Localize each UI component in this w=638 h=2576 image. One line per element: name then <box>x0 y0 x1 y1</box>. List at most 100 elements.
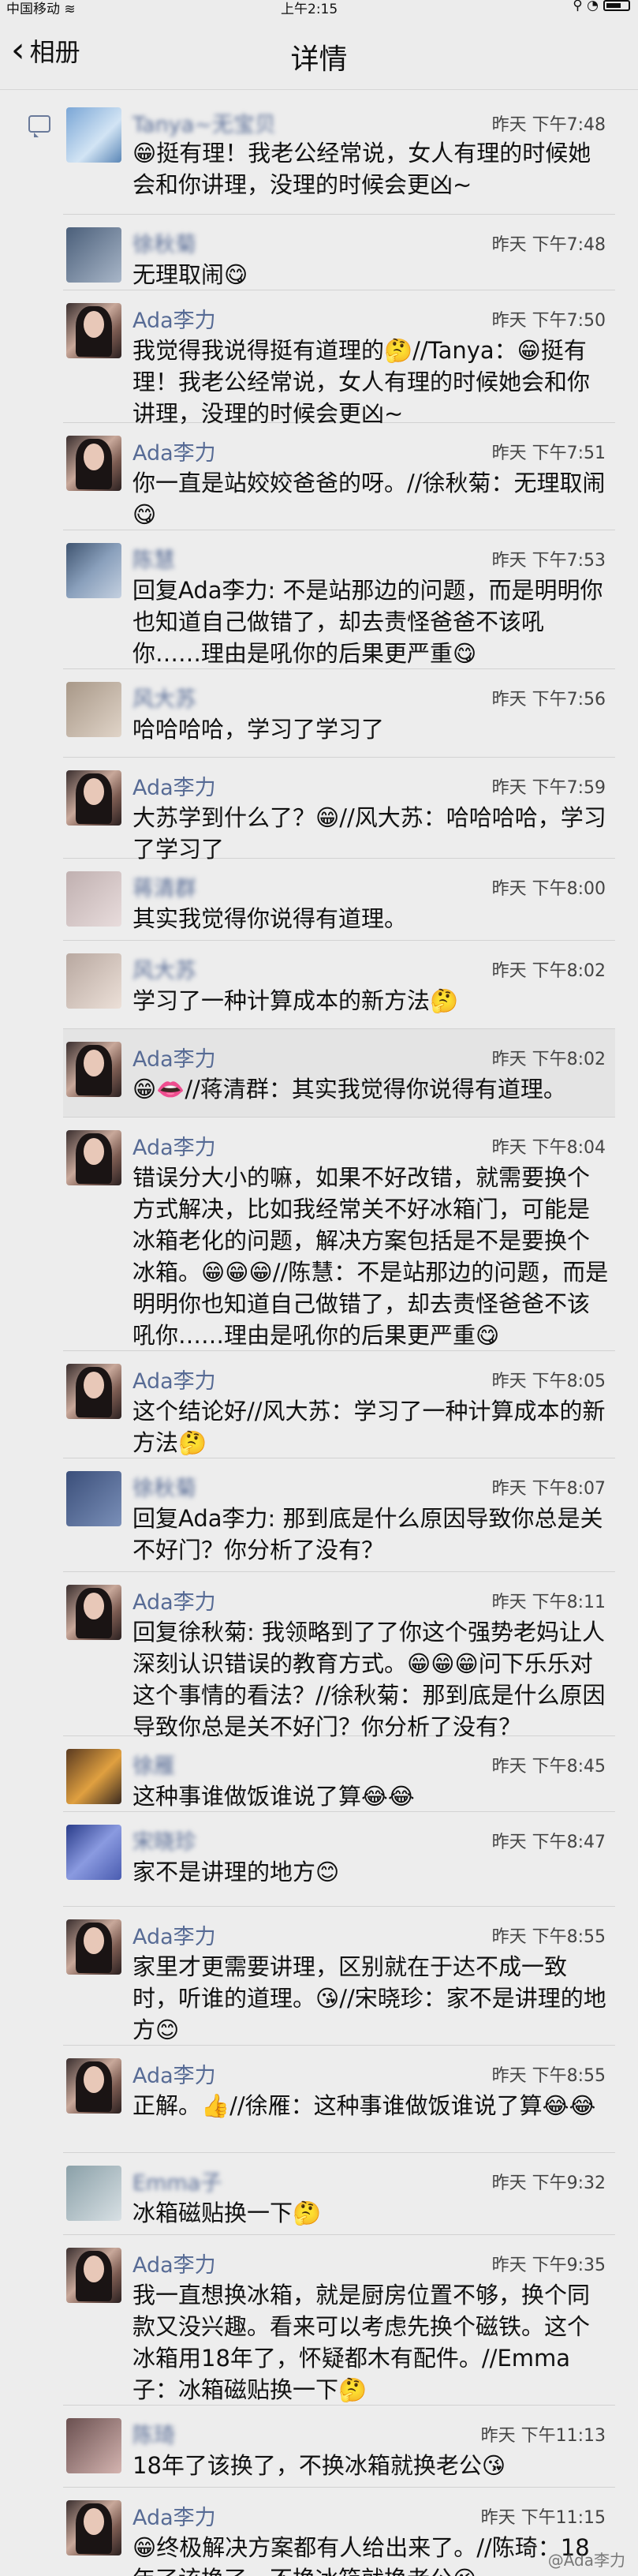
comment-text: 回复徐秋菊: 我领略到了了你这个强势老妈让人深刻认识错误的教育方式。😁😁😁问下乐… <box>132 1619 606 1740</box>
commenter-name[interactable]: 风大苏 <box>132 953 196 984</box>
commenter-name[interactable]: 徐秋菊 <box>132 1471 196 1502</box>
avatar[interactable] <box>66 953 121 1009</box>
commenter-name[interactable]: Tanya~无宝贝 <box>132 107 276 138</box>
commenter-name[interactable]: Emma子 <box>132 2166 222 2196</box>
comment-time: 昨天 下午7:48 <box>491 235 606 255</box>
commenter-name[interactable]: Ada李力 <box>132 1130 216 1161</box>
comment-item[interactable]: 陈慧 昨天 下午7:53 回复Ada李力: 不是站那边的问题，而是明明你也知道自… <box>63 530 615 669</box>
commenter-name[interactable]: Ada李力 <box>132 2248 216 2278</box>
avatar[interactable] <box>66 1042 121 1097</box>
commenter-name[interactable]: Ada李力 <box>132 2058 216 2089</box>
commenter-name[interactable]: 蒋清群 <box>132 871 196 902</box>
comment-text: 这种事谁做饭谁说了算😂😂 <box>132 1783 415 1810</box>
comment-item[interactable]: Ada李力 昨天 下午8:04 错误分大小的嘛，如果不好改错，就需要换个方式解决… <box>63 1118 615 1351</box>
commenter-name[interactable]: 宋晓珍 <box>132 1825 196 1855</box>
comment-item[interactable]: 风大苏 昨天 下午7:56 哈哈哈哈，学习了学习了 <box>63 669 615 758</box>
commenter-name[interactable]: 徐雁 <box>132 1749 175 1780</box>
avatar[interactable] <box>66 2248 121 2303</box>
commenter-name[interactable]: Ada李力 <box>132 436 216 466</box>
avatar[interactable] <box>66 303 121 358</box>
comment-text: 😁👄//蒋清群：其实我觉得你说得有道理。 <box>132 1076 566 1103</box>
battery-icon <box>603 0 630 11</box>
comment-time: 昨天 下午11:15 <box>480 2508 606 2528</box>
comment-text: 其实我觉得你说得有道理。 <box>132 905 408 932</box>
comment-time: 昨天 下午8:55 <box>491 1927 606 1947</box>
comment-text: 😁终极解决方案都有人给出来了。//陈琦：18年了该换了，不换冰箱就换老公😘 <box>132 2534 590 2576</box>
commenter-name[interactable]: Ada李力 <box>132 1364 216 1395</box>
comment-time: 昨天 下午8:04 <box>491 1138 606 1158</box>
commenter-name[interactable]: Ada李力 <box>132 2500 216 2531</box>
avatar[interactable] <box>66 1364 121 1419</box>
commenter-name[interactable]: Ada李力 <box>132 770 216 801</box>
avatar[interactable] <box>66 2166 121 2221</box>
comment-item[interactable]: 陈琦 昨天 下午11:13 18年了该换了，不换冰箱就换老公😘 <box>63 2406 615 2488</box>
comment-time: 昨天 下午8:05 <box>491 1372 606 1391</box>
comment-item[interactable]: Emma子 昨天 下午9:32 冰箱磁贴换一下🤔 <box>63 2153 615 2235</box>
comment-text: 大苏学到什么了？😁//风大苏：哈哈哈哈，学习了学习了 <box>132 804 606 863</box>
commenter-name[interactable]: Ada李力 <box>132 303 216 334</box>
comment-item[interactable]: Ada李力 昨天 下午11:15 😁终极解决方案都有人给出来了。//陈琦：18年… <box>63 2488 615 2576</box>
comment-item[interactable]: 徐雁 昨天 下午8:45 这种事谁做饭谁说了算😂😂 <box>63 1736 615 1812</box>
comment-text: 我一直想换冰箱，就是厨房位置不够，换个同款又没兴趣。看来可以考虑先换个磁铁。这个… <box>132 2282 591 2403</box>
comment-item[interactable]: 宋晓珍 昨天 下午8:47 家不是讲理的地方😊 <box>63 1812 615 1907</box>
comment-text: 家不是讲理的地方😊 <box>132 1859 340 1885</box>
comment-time: 昨天 下午11:13 <box>480 2426 606 2446</box>
status-icons: ⚲ ◔ <box>573 0 599 13</box>
comment-time: 昨天 下午8:45 <box>491 1757 606 1777</box>
nav-bar: ‹ 相册 详情 <box>0 14 638 90</box>
commenter-name[interactable]: 徐秋菊 <box>132 227 196 258</box>
page-title: 详情 <box>290 43 348 76</box>
comment-time: 昨天 下午8:02 <box>491 1050 606 1069</box>
avatar[interactable] <box>66 1749 121 1804</box>
commenter-name[interactable]: Ada李力 <box>132 1042 216 1073</box>
avatar[interactable] <box>66 107 121 163</box>
avatar[interactable] <box>66 2418 121 2473</box>
comment-time: 昨天 下午7:59 <box>491 778 606 798</box>
comment-item[interactable]: Tanya~无宝贝 昨天 下午7:48 😁挺有理！我老公经常说，女人有理的时候她… <box>63 95 615 215</box>
comment-item[interactable]: Ada李力 昨天 下午8:55 家里才更需要讲理，区别就在于达不成一致时，听谁的… <box>63 1907 615 2046</box>
avatar[interactable] <box>66 436 121 491</box>
commenter-name[interactable]: 风大苏 <box>132 682 196 713</box>
comment-item[interactable]: 风大苏 昨天 下午8:02 学习了一种计算成本的新方法🤔 <box>63 941 615 1029</box>
comment-item[interactable]: 徐秋菊 昨天 下午8:07 回复Ada李力: 那到底是什么原因导致你总是关不好门… <box>63 1458 615 1572</box>
commenter-name[interactable]: 陈琦 <box>132 2418 175 2449</box>
commenter-name[interactable]: 陈慧 <box>132 543 175 574</box>
comment-item[interactable]: 蒋清群 昨天 下午8:00 其实我觉得你说得有道理。 <box>63 859 615 941</box>
comment-time: 昨天 下午9:32 <box>491 2174 606 2193</box>
avatar[interactable] <box>66 1130 121 1185</box>
avatar[interactable] <box>66 770 121 826</box>
comment-item[interactable]: Ada李力 昨天 下午7:50 我觉得我说得挺有道理的🤔//Tanya：😁挺有理… <box>63 290 615 427</box>
comment-item[interactable]: 徐秋菊 昨天 下午7:48 无理取闹😋 <box>63 215 615 290</box>
commenter-name[interactable]: Ada李力 <box>132 1585 216 1616</box>
comment-item[interactable]: Ada李力 昨天 下午8:05 这个结论好//风大苏：学习了一种计算成本的新方法… <box>63 1351 615 1458</box>
commenter-name[interactable]: Ada李力 <box>132 1919 216 1950</box>
comment-item-selected[interactable]: Ada李力 昨天 下午8:02 😁👄//蒋清群：其实我觉得你说得有道理。 <box>63 1029 615 1118</box>
avatar[interactable] <box>66 227 121 283</box>
comment-text: 学习了一种计算成本的新方法🤔 <box>132 987 459 1014</box>
comment-time: 昨天 下午7:50 <box>491 311 606 331</box>
avatar[interactable] <box>66 543 121 598</box>
comment-time: 昨天 下午8:47 <box>491 1833 606 1852</box>
avatar[interactable] <box>66 1585 121 1640</box>
comment-item[interactable]: Ada李力 昨天 下午9:35 我一直想换冰箱，就是厨房位置不够，换个同款又没兴… <box>63 2235 615 2406</box>
avatar[interactable] <box>66 2058 121 2114</box>
comment-item[interactable]: Ada李力 昨天 下午7:59 大苏学到什么了？😁//风大苏：哈哈哈哈，学习了学… <box>63 758 615 863</box>
avatar[interactable] <box>66 2500 121 2555</box>
comment-text: 家里才更需要讲理，区别就在于达不成一致时，听谁的道理。😘//宋晓珍：家不是讲理的… <box>132 1953 606 2043</box>
avatar[interactable] <box>66 1471 121 1526</box>
comment-item[interactable]: Ada李力 昨天 下午8:11 回复徐秋菊: 我领略到了了你这个强势老妈让人深刻… <box>63 1572 615 1740</box>
comment-text: 我觉得我说得挺有道理的🤔//Tanya：😁挺有理！我老公经常说，女人有理的时候她… <box>132 337 591 427</box>
comment-time: 昨天 下午8:00 <box>491 879 606 899</box>
avatar[interactable] <box>66 682 121 737</box>
comment-time: 昨天 下午8:07 <box>491 1479 606 1499</box>
comment-text: 冰箱磁贴换一下🤔 <box>132 2200 322 2226</box>
avatar[interactable] <box>66 1919 121 1975</box>
avatar[interactable] <box>66 871 121 927</box>
status-bar: 中国移动 ≋ 上午2:15 ⚲ ◔ <box>0 0 638 17</box>
avatar[interactable] <box>66 1825 121 1880</box>
comment-item[interactable]: Ada李力 昨天 下午8:55 正解。👍//徐雁：这种事谁做饭谁说了算😂😂 <box>63 2046 615 2153</box>
comment-item[interactable]: Ada李力 昨天 下午7:51 你一直是站姣姣爸爸的呀。//徐秋菊：无理取闹😋 <box>63 423 615 530</box>
status-right: ⚲ ◔ <box>573 0 630 13</box>
comment-text: 正解。👍//徐雁：这种事谁做饭谁说了算😂😂 <box>132 2092 596 2119</box>
comment-text: 😁挺有理！我老公经常说，女人有理的时候她会和你讲理，没理的时候会更凶~ <box>132 140 591 198</box>
